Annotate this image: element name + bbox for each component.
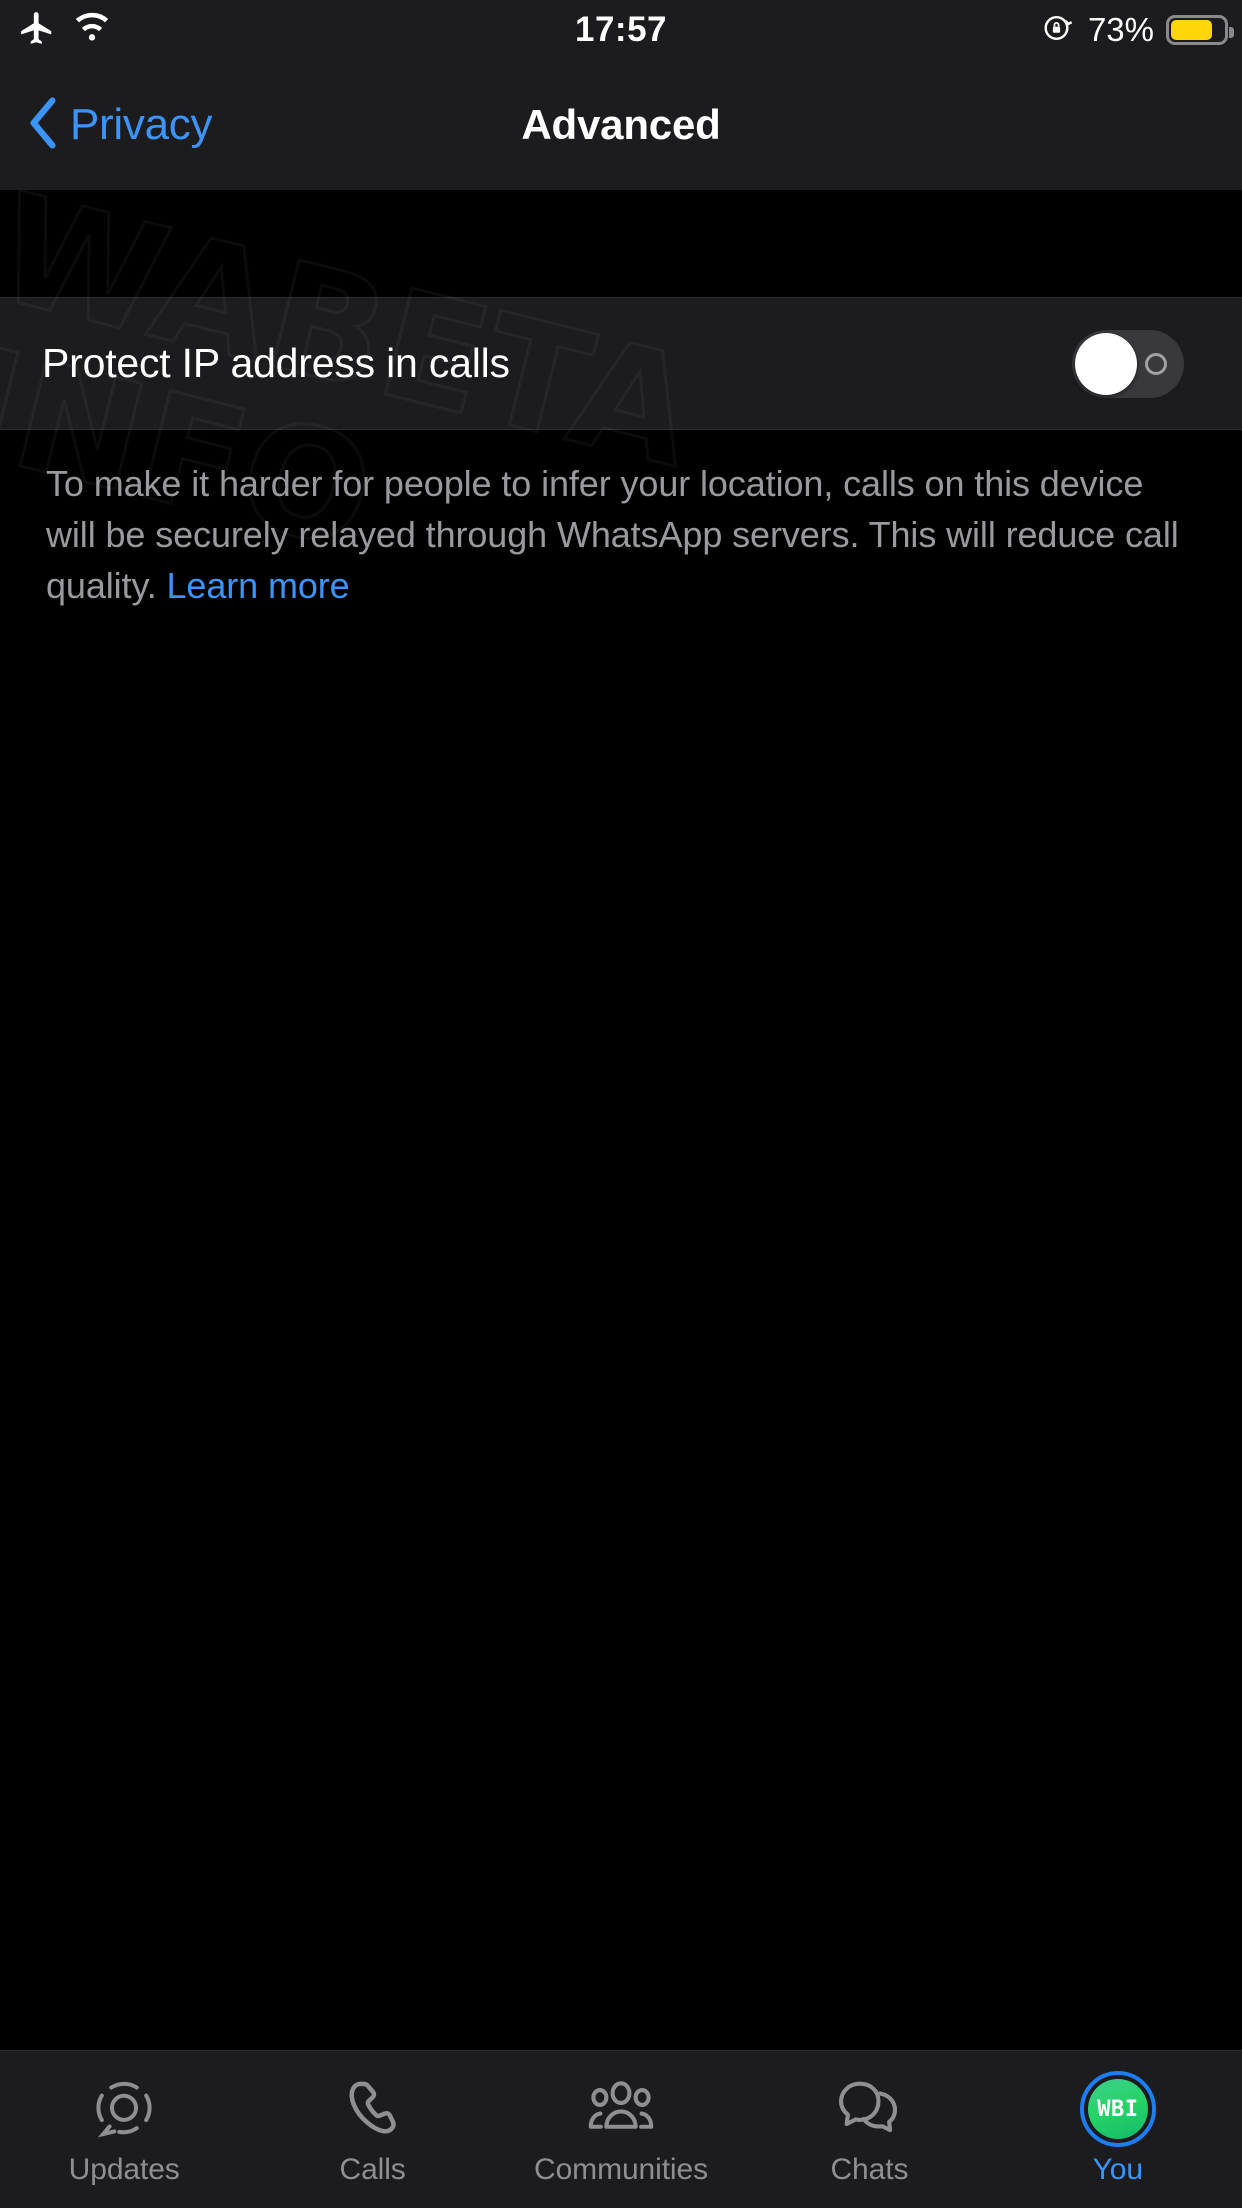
tab-updates-label: Updates bbox=[68, 2153, 180, 2186]
chat-bubbles-icon bbox=[831, 2071, 907, 2147]
avatar-selection-ring: WBI bbox=[1079, 2071, 1156, 2147]
tab-updates[interactable]: Updates bbox=[0, 2051, 248, 2208]
learn-more-link[interactable]: Learn more bbox=[167, 565, 350, 606]
tab-communities[interactable]: Communities bbox=[497, 2051, 745, 2208]
battery-percentage: 73% bbox=[1087, 11, 1154, 48]
tab-you-label: You bbox=[1092, 2153, 1143, 2186]
toggle-off-mark-icon bbox=[1145, 352, 1167, 375]
navigation-bar: Privacy Advanced bbox=[0, 60, 1242, 190]
battery-icon bbox=[1166, 15, 1234, 45]
setting-row-protect-ip-address[interactable]: Protect IP address in calls bbox=[0, 297, 1242, 430]
tab-you[interactable]: WBI You bbox=[994, 2051, 1242, 2208]
protect-ip-toggle[interactable] bbox=[1072, 329, 1184, 398]
tab-communities-label: Communities bbox=[534, 2153, 708, 2186]
rotation-lock-icon bbox=[1040, 10, 1076, 51]
tab-chats-label: Chats bbox=[830, 2153, 909, 2186]
page-title: Advanced bbox=[521, 101, 721, 148]
profile-avatar-icon: WBI bbox=[1079, 2071, 1156, 2147]
updates-status-ring-icon bbox=[86, 2071, 162, 2147]
tab-calls-label: Calls bbox=[339, 2153, 406, 2186]
toggle-knob bbox=[1075, 332, 1137, 395]
whatsapp-advanced-privacy-screen: WABETA INFO 17:57 73% bbox=[0, 0, 1242, 2208]
status-bar-right-icons: 73% bbox=[1040, 0, 1234, 60]
status-bar: 17:57 73% bbox=[0, 0, 1242, 60]
tab-chats[interactable]: Chats bbox=[745, 2051, 993, 2208]
avatar: WBI bbox=[1087, 2079, 1148, 2139]
setting-row-label: Protect IP address in calls bbox=[42, 340, 510, 386]
bottom-tab-bar: Updates Calls Communities Chats WBI You bbox=[0, 2050, 1242, 2208]
setting-description: To make it harder for people to infer yo… bbox=[46, 458, 1196, 611]
communities-people-icon bbox=[583, 2071, 659, 2147]
tab-calls[interactable]: Calls bbox=[248, 2051, 496, 2208]
phone-handset-icon bbox=[335, 2071, 411, 2147]
content-area: Protect IP address in calls To make it h… bbox=[0, 190, 1242, 2050]
